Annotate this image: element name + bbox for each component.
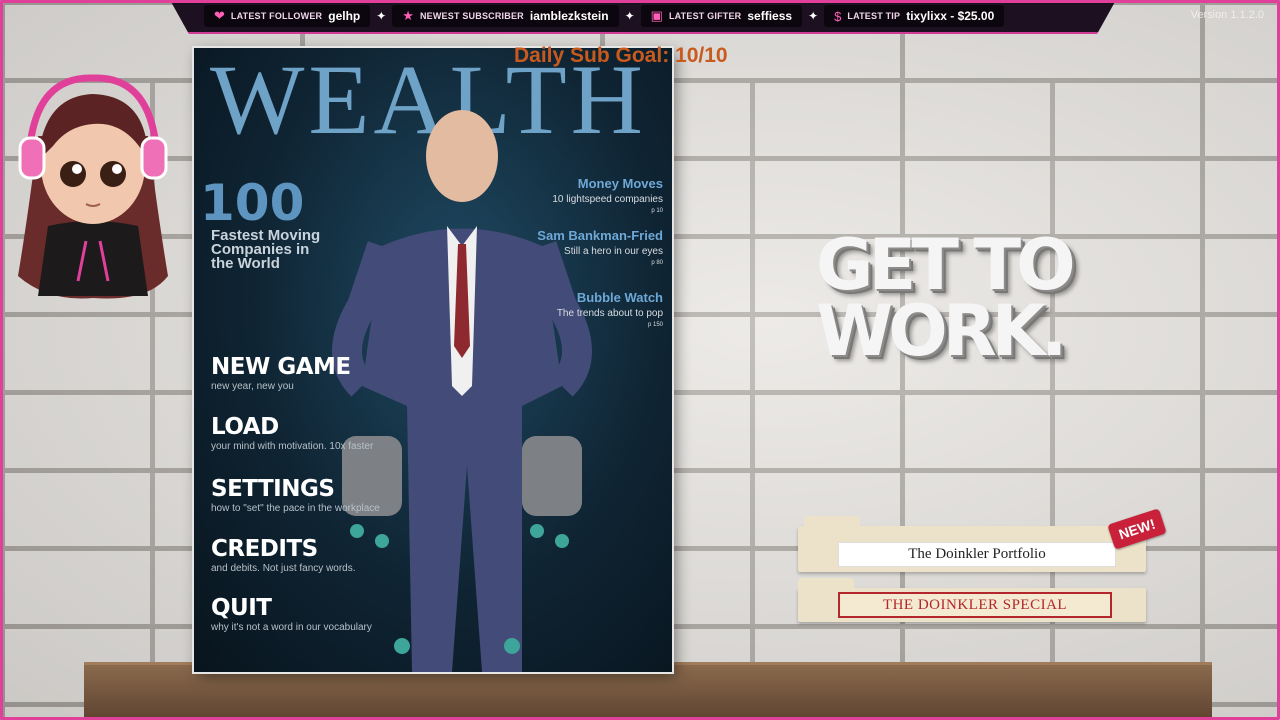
new-game-button[interactable]: NEW GAME	[211, 354, 351, 380]
newest-subscriber-value: iamblezkstein	[529, 9, 609, 23]
stream-alert-bar: ❤ LATEST FOLLOWER gelhp ✦ ★ NEWEST SUBSC…	[170, 0, 1116, 34]
daily-sub-goal: Daily Sub Goal: 10/10	[514, 44, 728, 67]
folder-tab	[804, 516, 860, 530]
credits-subtitle: and debits. Not just fancy words.	[211, 563, 356, 574]
star-icon: ★	[402, 8, 414, 23]
separator-icon: ✦	[808, 9, 819, 23]
gift-icon: ▣	[650, 8, 663, 23]
quit-button[interactable]: QUIT	[211, 595, 372, 621]
load-subtitle: your mind with motivation. 10x faster	[211, 441, 374, 452]
menu-load[interactable]: LOAD your mind with motivation. 10x fast…	[211, 414, 373, 452]
menu-quit[interactable]: QUIT why it's not a word in our vocabula…	[211, 595, 372, 633]
headline-bubble-watch: Bubble Watch The trends about to pop p 1…	[557, 290, 663, 328]
doinkler-special-button[interactable]: THE DOINKLER SPECIAL	[838, 592, 1112, 618]
version-label: Version 1.1.2.0	[1190, 9, 1264, 21]
settings-button[interactable]: SETTINGS	[211, 476, 380, 502]
special-folder[interactable]: THE DOINKLER SPECIAL	[798, 578, 1146, 622]
dollar-icon: $	[834, 8, 842, 24]
headline-money-moves: Money Moves 10 lightspeed companies p 10	[552, 176, 663, 214]
portfolio-folder[interactable]: The Doinkler Portfolio	[798, 516, 1146, 572]
headline-subtitle: The trends about to pop	[556, 308, 663, 319]
menu-new-game[interactable]: NEW GAME new year, new you	[211, 354, 351, 392]
headline-title: Bubble Watch	[576, 290, 663, 305]
menu-settings[interactable]: SETTINGS how to "set" the pace in the wo…	[211, 476, 380, 514]
folder-tab	[798, 578, 854, 592]
new-game-subtitle: new year, new you	[211, 381, 294, 392]
headline-bankman-fried: Sam Bankman-Fried Still a hero in our ey…	[537, 228, 663, 266]
separator-icon: ✦	[376, 9, 387, 23]
tagline-line-2: WORK.	[816, 290, 1067, 372]
latest-follower-label: LATEST FOLLOWER	[230, 11, 323, 21]
streamer-avatar	[18, 74, 168, 299]
doinkler-portfolio-button[interactable]: The Doinkler Portfolio	[838, 542, 1116, 567]
latest-follower: ❤ LATEST FOLLOWER gelhp	[204, 5, 371, 27]
menu-credits[interactable]: CREDITS and debits. Not just fancy words…	[211, 536, 356, 574]
separator-icon: ✦	[624, 9, 635, 23]
heart-icon: ❤	[214, 8, 225, 23]
magazine-cover: WEALTH 100 Fastest Moving Companies in t…	[194, 48, 672, 672]
newest-subscriber-label: NEWEST SUBSCRIBER	[419, 11, 524, 21]
headline-page: p 80	[651, 260, 663, 266]
latest-tip-label: LATEST TIP	[847, 11, 901, 21]
headline-page: p 150	[647, 322, 663, 328]
latest-gifter-label: LATEST GIFTER	[668, 11, 742, 21]
latest-tip: $ LATEST TIP tixylixx - $25.00	[824, 5, 1005, 27]
headline-page: p 10	[651, 208, 663, 214]
feature-number: 100	[200, 174, 305, 232]
credits-button[interactable]: CREDITS	[211, 536, 356, 562]
latest-follower-value: gelhp	[328, 9, 361, 23]
quit-subtitle: why it's not a word in our vocabulary	[211, 622, 372, 633]
get-to-work-tagline: GET TO WORK.	[816, 224, 1116, 372]
headline-title: Sam Bankman-Fried	[537, 228, 663, 243]
feature-text: Fastest Moving Companies in the World	[211, 227, 321, 272]
latest-gifter: ▣ LATEST GIFTER seffiess	[640, 5, 803, 27]
headline-subtitle: Still a hero in our eyes	[564, 246, 663, 257]
headline-subtitle: 10 lightspeed companies	[552, 194, 663, 205]
load-button[interactable]: LOAD	[211, 414, 373, 440]
latest-gifter-value: seffiess	[747, 9, 793, 23]
settings-subtitle: how to "set" the pace in the workplace	[211, 503, 380, 514]
businessman-on-skates	[332, 110, 592, 672]
headline-title: Money Moves	[577, 176, 663, 191]
newest-subscriber: ★ NEWEST SUBSCRIBER iamblezkstein	[392, 5, 619, 27]
latest-tip-value: tixylixx - $25.00	[906, 9, 995, 23]
tagline-line-1: GET TO	[816, 224, 1076, 306]
